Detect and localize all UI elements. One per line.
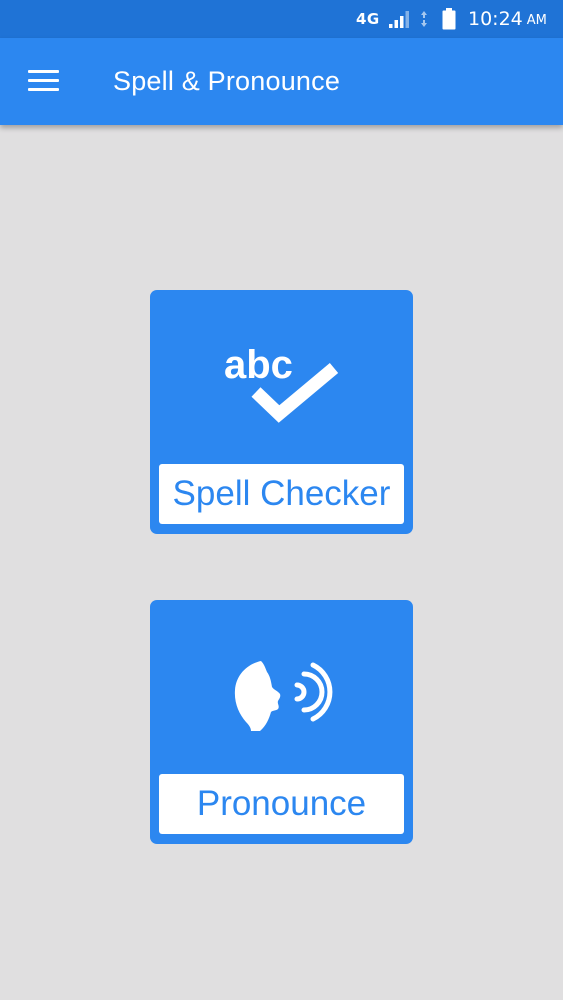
- app-title: Spell & Pronounce: [113, 66, 341, 96]
- signal-icon: [388, 0, 414, 38]
- spell-checker-card[interactable]: abc Spell Checker: [150, 290, 413, 534]
- hamburger-menu-icon[interactable]: [28, 69, 59, 93]
- battery-icon: [441, 0, 457, 38]
- spell-checker-label: Spell Checker: [159, 464, 404, 524]
- data-arrows-icon: [420, 0, 428, 38]
- speaking-head-icon: [150, 600, 413, 770]
- status-bar: 4G 10:24 AM: [0, 0, 563, 38]
- network-type: 4G: [356, 10, 380, 28]
- clock-ampm: AM: [526, 13, 547, 28]
- status-clock: 10:24 AM: [468, 0, 547, 38]
- app-bar: Spell & Pronounce: [0, 38, 563, 125]
- pronounce-label: Pronounce: [159, 774, 404, 834]
- pronounce-card[interactable]: Pronounce: [150, 600, 413, 844]
- clock-time: 10:24: [468, 8, 523, 30]
- spell-check-icon: abc: [150, 290, 413, 460]
- spell-check-icon-text: abc: [224, 343, 293, 387]
